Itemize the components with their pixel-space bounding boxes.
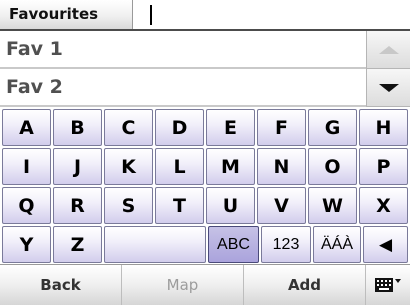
page-title: Favourites [0,0,133,29]
mode-accents-key[interactable]: ÄÁÀ [313,226,361,263]
mode-123-key[interactable]: 123 [261,226,311,263]
key-c[interactable]: C [104,109,153,146]
keyboard-toggle-button[interactable] [366,265,410,305]
list-item-label: Fav 1 [6,38,63,60]
key-s[interactable]: S [104,187,153,224]
on-screen-keyboard: Y Z ABC 123 ÄÁÀ ◀ ABCDEFGHIJKLMNOPQRSTUV… [0,107,410,264]
title-bar: Favourites [0,0,410,31]
key-b[interactable]: B [53,109,102,146]
map-button[interactable]: Map [122,265,244,305]
list-item-fav-2[interactable]: Fav 2 [0,69,366,107]
key-g[interactable]: G [308,109,357,146]
key-d[interactable]: D [155,109,204,146]
text-cursor[interactable] [150,5,152,25]
key-h[interactable]: H [359,109,408,146]
key-l[interactable]: L [155,148,204,185]
key-j[interactable]: J [53,148,102,185]
key-m[interactable]: M [206,148,255,185]
key-u[interactable]: U [206,187,255,224]
key-z[interactable]: Z [53,226,102,263]
mode-abc-key[interactable]: ABC [208,226,259,263]
key-q[interactable]: Q [2,187,51,224]
key-k[interactable]: K [104,148,153,185]
back-button[interactable]: Back [0,265,122,305]
backspace-key[interactable]: ◀ [363,226,408,263]
triangle-up-icon [378,45,399,54]
keyboard-icon [375,278,401,292]
key-r[interactable]: R [53,187,102,224]
key-v[interactable]: V [257,187,306,224]
key-i[interactable]: I [2,148,51,185]
key-o[interactable]: O [308,148,357,185]
list-item-label: Fav 2 [6,76,63,98]
backspace-icon: ◀ [378,234,393,255]
bottom-bar: Back Map Add [0,264,410,305]
key-x[interactable]: X [359,187,408,224]
key-t[interactable]: T [155,187,204,224]
key-n[interactable]: N [257,148,306,185]
key-a[interactable]: A [2,109,51,146]
list-item-fav-1[interactable]: Fav 1 [0,31,366,69]
key-y[interactable]: Y [2,226,51,263]
key-w[interactable]: W [308,187,357,224]
triangle-down-icon [378,83,399,92]
scroll-up-button[interactable] [366,31,410,69]
key-e[interactable]: E [206,109,255,146]
space-key[interactable] [104,226,206,263]
scroll-down-button[interactable] [366,69,410,107]
key-p[interactable]: P [359,148,408,185]
add-button[interactable]: Add [244,265,366,305]
key-f[interactable]: F [257,109,306,146]
